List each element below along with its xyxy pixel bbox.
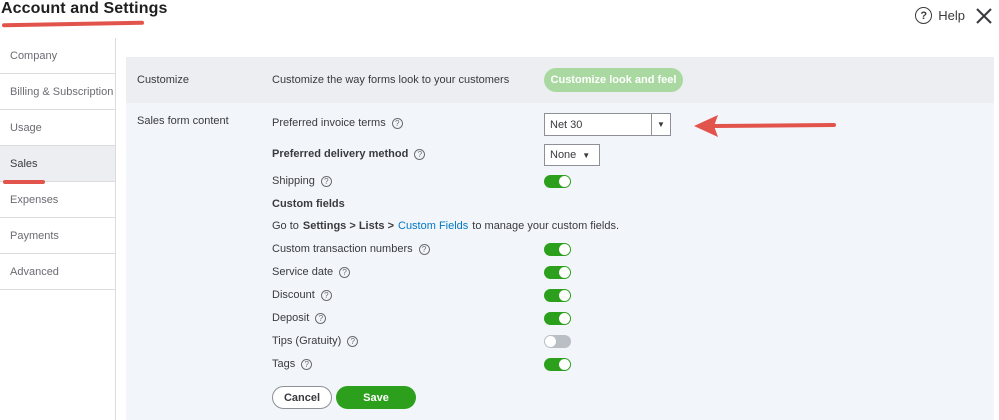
- sidebar-item-label: Payments: [10, 229, 59, 242]
- custom-transaction-numbers-option: Custom transaction numbers ?: [272, 243, 430, 255]
- toggle-knob: [559, 267, 570, 278]
- custom-fields-path: Settings > Lists >: [302, 220, 394, 232]
- sidebar-item-label: Sales: [10, 157, 38, 170]
- help-circle-icon[interactable]: ?: [418, 243, 430, 255]
- tags-option: Tags ?: [272, 358, 313, 370]
- tags-toggle[interactable]: [544, 358, 571, 371]
- sidebar-item-billing[interactable]: Billing & Subscription: [0, 74, 115, 110]
- sidebar-item-usage[interactable]: Usage: [0, 110, 115, 146]
- dropdown-caret-icon: ▼: [651, 114, 670, 135]
- custom-fields-heading: Custom fields: [272, 198, 345, 210]
- sidebar-item-sales[interactable]: Sales: [0, 146, 115, 182]
- deposit-toggle[interactable]: [544, 312, 571, 325]
- toggle-knob: [559, 313, 570, 324]
- customize-description: Customize the way forms look to your cus…: [272, 74, 510, 86]
- help-circle-icon[interactable]: ?: [320, 175, 332, 187]
- toggle-knob: [559, 290, 570, 301]
- help-circle-icon[interactable]: ?: [315, 312, 327, 324]
- dropdown-caret-icon: ▼: [582, 150, 591, 160]
- toggle-knob: [559, 176, 570, 187]
- help-circle-icon[interactable]: ?: [391, 117, 403, 129]
- settings-content: Customize Customize the way forms look t…: [126, 57, 994, 420]
- sales-form-content-label: Sales form content: [137, 115, 229, 127]
- discount-option: Discount ?: [272, 289, 332, 301]
- service-date-toggle[interactable]: [544, 266, 571, 279]
- tips-option: Tips (Gratuity) ?: [272, 335, 359, 347]
- toggle-option-label: Discount: [272, 289, 315, 301]
- invoice-terms-select[interactable]: Net 30 ▼: [544, 113, 671, 136]
- shipping-label: Shipping: [272, 175, 315, 187]
- sidebar-item-label: Billing & Subscription: [10, 85, 114, 98]
- delivery-method-label: Preferred delivery method: [272, 148, 409, 160]
- sales-annotation-underline: [3, 180, 45, 184]
- help-circle-icon[interactable]: ?: [414, 148, 426, 160]
- toggle-option-label: Custom transaction numbers: [272, 243, 413, 255]
- sidebar-item-advanced[interactable]: Advanced: [0, 254, 115, 290]
- delivery-method-select[interactable]: None ▼: [544, 144, 600, 166]
- sidebar-item-label: Usage: [10, 121, 42, 134]
- custom-fields-instructions: Go to Settings > Lists > Custom Fields t…: [272, 220, 619, 232]
- customize-look-and-feel-button[interactable]: Customize look and feel: [544, 68, 683, 92]
- custom-fields-go-to: Go to: [272, 220, 299, 232]
- sidebar-item-label: Expenses: [10, 193, 59, 206]
- delivery-method-value: None: [550, 149, 577, 161]
- help-circle-icon[interactable]: ?: [320, 289, 332, 301]
- sidebar-item-label: Company: [10, 49, 58, 62]
- save-button[interactable]: Save: [336, 386, 416, 409]
- invoice-terms-value: Net 30: [550, 118, 583, 131]
- invoice-terms-option: Preferred invoice terms ?: [272, 117, 403, 129]
- toggle-knob: [559, 359, 570, 370]
- cancel-button[interactable]: Cancel: [272, 386, 332, 409]
- deposit-option: Deposit ?: [272, 312, 327, 324]
- help-circle-icon[interactable]: ?: [347, 335, 359, 347]
- shipping-toggle[interactable]: [544, 175, 571, 188]
- sidebar-item-company[interactable]: Company: [0, 38, 115, 74]
- help-button[interactable]: ? Help: [915, 7, 965, 24]
- help-circle-icon[interactable]: ?: [301, 358, 313, 370]
- help-circle-icon[interactable]: ?: [339, 266, 351, 278]
- close-icon[interactable]: [974, 6, 994, 26]
- service-date-option: Service date ?: [272, 266, 351, 278]
- help-label: Help: [938, 8, 965, 23]
- customize-row: Customize Customize the way forms look t…: [126, 57, 994, 103]
- discount-toggle[interactable]: [544, 289, 571, 302]
- toggle-option-label: Tips (Gratuity): [272, 335, 342, 347]
- question-circle-icon: ?: [915, 7, 933, 24]
- customize-label: Customize: [137, 74, 189, 86]
- tips-toggle[interactable]: [544, 335, 571, 348]
- toggle-option-label: Service date: [272, 266, 334, 278]
- sales-form-content-section: Sales form content Preferred invoice ter…: [126, 103, 994, 420]
- toggle-knob: [545, 336, 556, 347]
- toggle-knob: [559, 244, 570, 255]
- custom-fields-suffix: to manage your custom fields.: [472, 220, 620, 232]
- custom-fields-link[interactable]: Custom Fields: [398, 220, 468, 232]
- annotation-arrow-icon: [694, 115, 836, 137]
- invoice-terms-label: Preferred invoice terms: [272, 117, 386, 129]
- delivery-method-option: Preferred delivery method ?: [272, 148, 426, 160]
- settings-sidebar: Company Billing & Subscription Usage Sal…: [0, 38, 116, 420]
- sidebar-item-expenses[interactable]: Expenses: [0, 182, 115, 218]
- sidebar-item-label: Advanced: [10, 265, 59, 278]
- title-annotation-underline: [1, 20, 145, 28]
- sidebar-item-payments[interactable]: Payments: [0, 218, 115, 254]
- shipping-option: Shipping ?: [272, 175, 332, 187]
- toggle-option-label: Deposit: [272, 312, 310, 324]
- page-title: Account and Settings: [1, 0, 168, 17]
- toggle-option-label: Tags: [272, 358, 296, 370]
- custom-transaction-numbers-toggle[interactable]: [544, 243, 571, 256]
